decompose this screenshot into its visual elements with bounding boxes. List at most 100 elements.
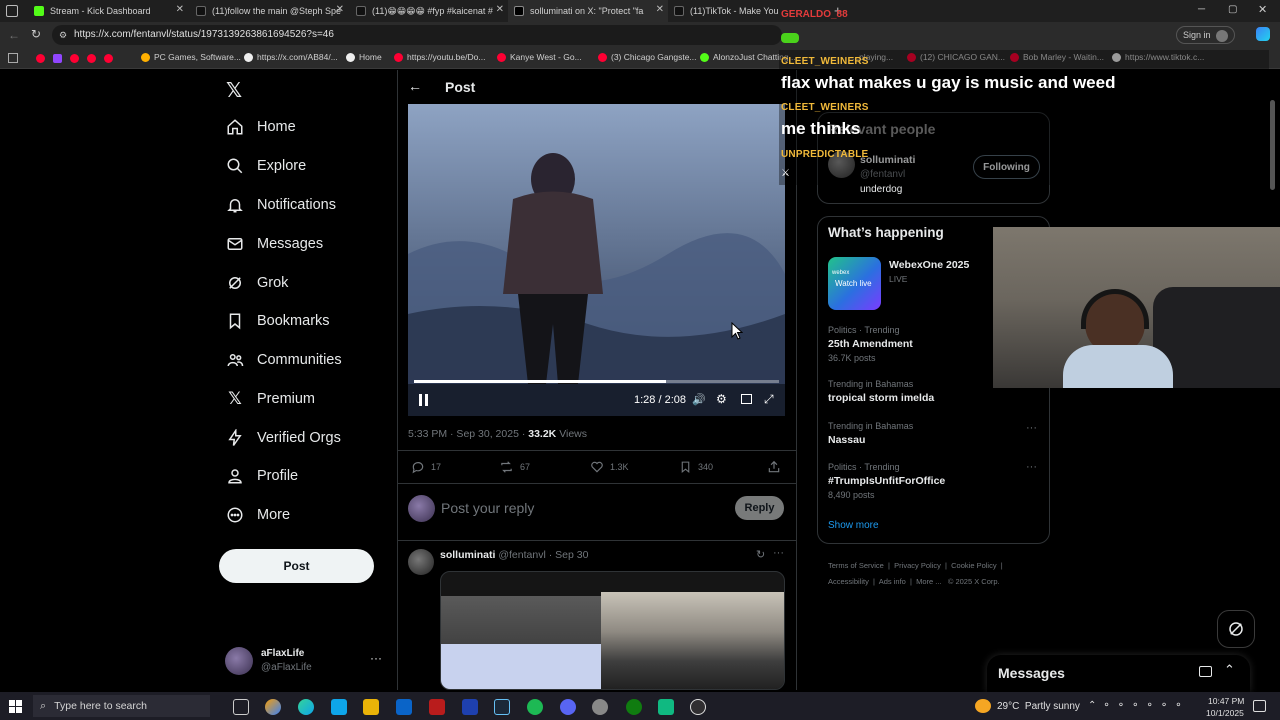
youtube-icon[interactable] xyxy=(87,54,96,63)
more-dots-icon[interactable]: ··· xyxy=(1026,422,1037,434)
trend-item[interactable]: Trending in Bahamas Nassau ··· xyxy=(828,421,1043,446)
close-icon[interactable]: ✕ xyxy=(336,4,344,15)
reply-input[interactable]: Post your reply xyxy=(441,500,534,516)
nav-bookmarks[interactable]: Bookmarks xyxy=(225,306,330,336)
like-action[interactable]: 1.3K xyxy=(590,460,629,474)
app-icon[interactable] xyxy=(429,699,445,715)
bookmark-item[interactable]: https://x.com/AB84/... xyxy=(244,52,338,62)
tab-tiktok-3[interactable]: (11)TikTok - Make Your Day xyxy=(668,0,778,22)
thread-post[interactable]: solluminati @fentanvl · Sep 30 ↻ ··· xyxy=(408,547,788,690)
back-arrow-icon[interactable]: ← xyxy=(408,78,422,94)
fullscreen-icon[interactable]: ⤢ xyxy=(764,392,774,407)
pause-icon[interactable] xyxy=(418,394,430,406)
clock-time[interactable]: 10:47 PM xyxy=(1208,696,1244,706)
nav-grok[interactable]: Grok xyxy=(225,268,288,298)
bookmark-item[interactable]: Home xyxy=(346,52,382,62)
menu-icon[interactable] xyxy=(8,53,18,63)
reply-button[interactable]: Reply xyxy=(735,496,784,520)
notification-icon[interactable] xyxy=(1253,700,1266,712)
url-field[interactable]: ⚙ https://x.com/fentanvl/status/19731392… xyxy=(52,25,782,45)
obs-icon[interactable] xyxy=(690,699,706,715)
window-menu-icon[interactable] xyxy=(6,5,18,17)
nav-profile[interactable]: Profile xyxy=(225,461,298,491)
youtube-icon[interactable] xyxy=(104,54,113,63)
tab-x-post[interactable]: solluminati on X: "Protect "fa ✕ xyxy=(508,0,668,22)
edge-icon[interactable] xyxy=(298,699,314,715)
task-view-icon[interactable] xyxy=(233,699,249,715)
settings-icon[interactable]: ⚙ xyxy=(716,392,727,406)
nav-explore[interactable]: Explore xyxy=(225,151,306,181)
messages-drawer[interactable]: Messages ⌃ xyxy=(987,655,1250,692)
pip-icon[interactable] xyxy=(741,394,752,404)
nav-premium[interactable]: 𝕏 Premium xyxy=(225,384,315,414)
nav-verified-orgs[interactable]: Verified Orgs xyxy=(225,423,341,453)
copilot-icon[interactable] xyxy=(265,699,281,715)
footer-link[interactable]: Ads info xyxy=(879,577,906,586)
taskbar-search[interactable]: ⌕ Type here to search xyxy=(33,695,210,717)
volume-icon[interactable]: 🔊 xyxy=(692,393,706,406)
x-logo-icon[interactable]: 𝕏 xyxy=(226,78,242,103)
youtube-icon[interactable] xyxy=(36,54,45,63)
app-icon[interactable] xyxy=(658,699,674,715)
footer-link[interactable]: Cookie Policy xyxy=(951,561,996,570)
discord-icon[interactable] xyxy=(560,699,576,715)
back-icon[interactable]: ← xyxy=(8,28,20,42)
bookmark-item[interactable]: (3) Chicago Gangste... xyxy=(598,52,697,62)
twitch-icon[interactable] xyxy=(53,54,62,63)
footer-link[interactable]: Terms of Service xyxy=(828,561,884,570)
steam-icon[interactable] xyxy=(494,699,510,715)
chevron-up-icon[interactable]: ⌃ xyxy=(1224,662,1235,678)
new-message-icon[interactable] xyxy=(1199,666,1212,677)
xbox-icon[interactable] xyxy=(626,699,642,715)
more-dots-icon[interactable]: ··· xyxy=(1026,461,1037,473)
spotify-icon[interactable] xyxy=(527,699,543,715)
video-player[interactable]: 1:28 / 2:08 🔊 ⚙ ⤢ xyxy=(408,104,785,416)
footer-link[interactable]: Accessibility xyxy=(828,577,869,586)
reload-icon[interactable]: ↻ xyxy=(31,27,41,41)
repost-action[interactable]: 67 xyxy=(499,460,530,474)
close-icon[interactable]: ✕ xyxy=(496,4,504,15)
tab-tiktok-1[interactable]: (11)follow the main @Steph Spe ✕ xyxy=(190,0,348,22)
tab-tiktok-2[interactable]: (11)😁😁😁😁 #fyp #kaicenat # ✕ xyxy=(350,0,508,22)
windows-start-icon[interactable] xyxy=(9,700,22,713)
folder-icon[interactable] xyxy=(363,699,379,715)
bookmark-item[interactable]: Kanye West - Go... xyxy=(497,52,582,62)
thread-author-name[interactable]: solluminati xyxy=(440,549,495,561)
show-more-link[interactable]: Show more xyxy=(828,520,879,531)
grok-icon[interactable]: ↻ xyxy=(756,548,765,561)
outlook-icon[interactable] xyxy=(396,699,412,715)
nav-communities[interactable]: Communities xyxy=(225,345,342,375)
app-icon[interactable] xyxy=(592,699,608,715)
bookmark-item[interactable]: PC Games, Software... xyxy=(141,52,241,62)
video-progress-track[interactable] xyxy=(414,380,779,383)
post-button[interactable]: Post xyxy=(219,549,374,583)
footer-link[interactable]: Privacy Policy xyxy=(894,561,941,570)
nav-messages[interactable]: Messages xyxy=(225,229,323,259)
weather-text[interactable]: 29°C Partly sunny xyxy=(997,701,1080,712)
site-info-icon[interactable]: ⚙ xyxy=(59,25,67,45)
close-icon[interactable]: ✕ xyxy=(176,4,184,15)
close-icon[interactable]: ✕ xyxy=(656,4,664,15)
tab-kick-dashboard[interactable]: Stream - Kick Dashboard ✕ xyxy=(28,0,188,22)
thread-media[interactable] xyxy=(440,571,785,690)
more-dots-icon[interactable]: ··· xyxy=(370,651,382,665)
trend-item[interactable]: Politics · Trending #TrumpIsUnfitForOffi… xyxy=(828,461,1043,500)
bookmark-action[interactable]: 340 xyxy=(679,460,713,474)
nav-home[interactable]: Home xyxy=(225,112,296,142)
more-dots-icon[interactable]: ··· xyxy=(773,547,784,559)
scrollbar[interactable] xyxy=(1270,100,1275,190)
clock-date[interactable]: 10/1/2025 xyxy=(1206,708,1244,718)
system-tray-icons[interactable]: ⌃⚬⚬⚬⚬⚬⚬ xyxy=(1088,700,1189,711)
app-icon[interactable] xyxy=(462,699,478,715)
youtube-icon[interactable] xyxy=(70,54,79,63)
bookmark-item[interactable]: https://youtu.be/Do... xyxy=(394,52,485,62)
footer-link[interactable]: More ... xyxy=(916,577,941,586)
share-action[interactable] xyxy=(767,460,787,474)
grok-fab[interactable] xyxy=(1217,610,1255,648)
post-timestamp[interactable]: 5:33 PM · Sep 30, 2025 · xyxy=(408,428,528,440)
store-icon[interactable] xyxy=(331,699,347,715)
nav-more[interactable]: More xyxy=(225,500,290,530)
account-switcher[interactable]: aFlaxLife @aFlaxLife ··· xyxy=(225,645,385,679)
reply-action[interactable]: 17 xyxy=(411,460,441,474)
nav-notifications[interactable]: Notifications xyxy=(225,190,336,220)
